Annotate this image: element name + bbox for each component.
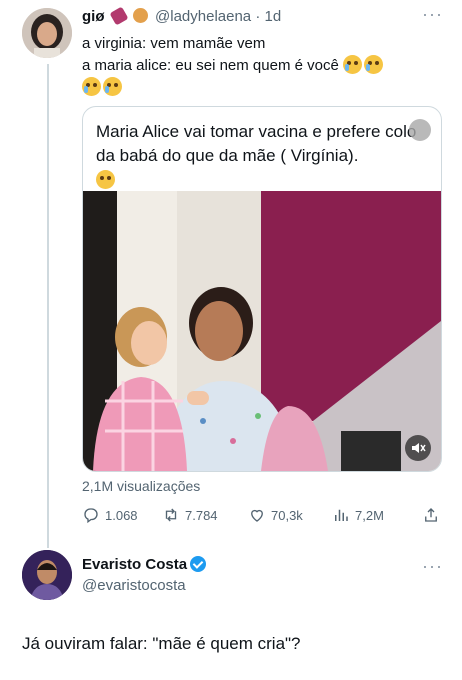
reply-icon	[84, 508, 98, 524]
retweet-count: 7.784	[185, 507, 218, 523]
emoji-row	[82, 77, 442, 99]
action-bar: 1.068 7.784 70,3k 7,2M	[82, 506, 442, 526]
more-dots-icon[interactable]: ···	[422, 4, 443, 25]
author-handle[interactable]: @evaristocosta	[82, 577, 206, 594]
smiling-face-icon	[96, 170, 115, 189]
tweet-header: Evaristo Costa @evaristocosta	[82, 556, 207, 594]
video-thumbnail[interactable]	[83, 191, 441, 471]
view-count: 2,1M visualizações	[82, 478, 201, 494]
crying-face-icon	[363, 55, 383, 74]
retweet-button[interactable]: 7.784	[162, 506, 218, 524]
video-frame	[83, 191, 441, 471]
reply-count: 1.068	[105, 507, 138, 523]
like-button[interactable]: 70,3k	[248, 506, 303, 524]
share-button[interactable]	[422, 506, 440, 524]
decor-icon	[109, 6, 129, 26]
share-icon	[425, 508, 437, 522]
overlay-icon[interactable]	[409, 119, 431, 141]
like-count: 70,3k	[271, 507, 303, 523]
heart-icon	[251, 509, 263, 522]
crying-face-icon	[82, 77, 101, 96]
quoted-media-card[interactable]: Maria Alice vai tomar vacina e prefere c…	[82, 106, 442, 472]
bear-face-icon	[132, 8, 148, 23]
avatar[interactable]	[22, 8, 72, 58]
quote-caption: Maria Alice vai tomar vacina e prefere c…	[96, 120, 431, 192]
views-button[interactable]: 7,2M	[332, 506, 384, 524]
mute-icon[interactable]	[405, 435, 431, 461]
bar-chart-icon	[335, 509, 348, 521]
timestamp[interactable]: · 1d	[255, 8, 281, 25]
tweet-body: a virginia: vem mamãe vem a maria alice:…	[82, 33, 442, 99]
reply-text: Já ouviram falar: "mãe é quem cria"?	[22, 634, 301, 653]
crying-face-icon	[103, 77, 122, 96]
reply-button[interactable]: 1.068	[82, 506, 138, 524]
views-count: 7,2M	[355, 507, 384, 523]
author-name[interactable]: Evaristo Costa	[82, 556, 207, 573]
tweet-line: a virginia: vem mamãe vem	[82, 35, 266, 52]
crying-face-icon	[342, 55, 362, 74]
tweet-header: giø @ladyhelaena · 1d	[82, 6, 281, 26]
author-name-text: Evaristo Costa	[82, 556, 188, 573]
quote-caption-text: Maria Alice vai tomar vacina e prefere c…	[96, 122, 417, 165]
tweet-line-2: a maria alice: eu sei nem quem é você	[82, 55, 442, 77]
more-dots-icon[interactable]: ···	[422, 556, 443, 577]
author-handle[interactable]: @ladyhelaena	[155, 8, 251, 25]
tweet-line-text: a maria alice: eu sei nem quem é você	[82, 57, 339, 74]
avatar[interactable]	[22, 550, 72, 600]
retweet-icon	[165, 508, 177, 522]
author-name[interactable]: giø	[82, 8, 105, 25]
thread-line	[47, 64, 49, 548]
verified-badge-icon	[190, 556, 207, 572]
